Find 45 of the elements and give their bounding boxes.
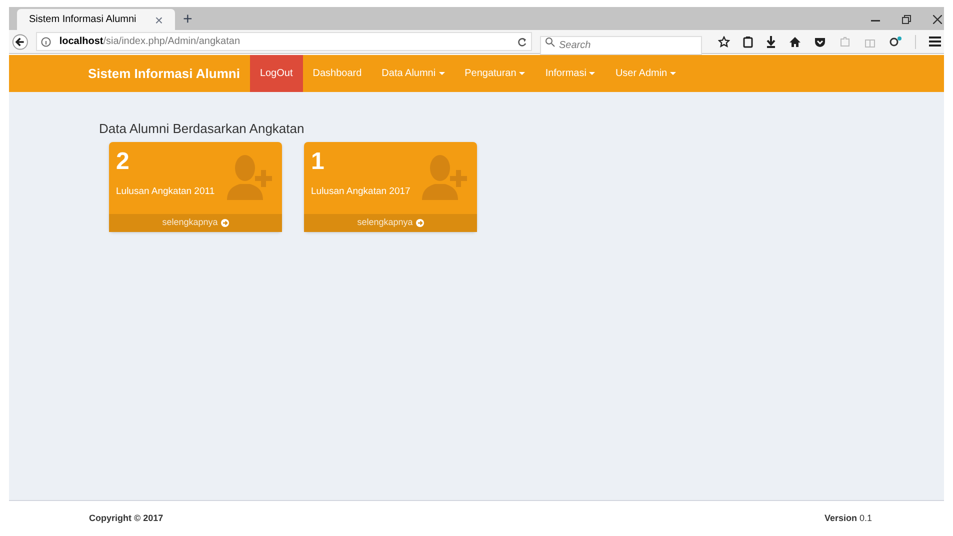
version-text: Version 0.1 xyxy=(824,512,872,525)
minimize-icon[interactable] xyxy=(871,20,880,22)
home-icon[interactable] xyxy=(789,36,801,48)
close-icon[interactable] xyxy=(933,15,942,24)
pocket-icon[interactable] xyxy=(814,36,826,48)
download-icon[interactable] xyxy=(766,36,776,48)
nav-dropdown[interactable]: Informasi xyxy=(535,55,606,92)
extension-icon[interactable] xyxy=(889,36,902,48)
arrow-circle-icon xyxy=(416,218,424,226)
tab-title: Sistem Informasi Alumni xyxy=(29,13,136,27)
count-number: 2 xyxy=(116,150,130,174)
info-icon xyxy=(41,36,52,46)
caret-icon xyxy=(670,72,676,75)
brand-title[interactable]: Sistem Informasi Alumni xyxy=(88,55,250,92)
more-info-link[interactable]: selengkapnya xyxy=(304,214,477,232)
copyright-text: Copyright © 2017 xyxy=(89,512,164,525)
reload-icon[interactable] xyxy=(517,36,527,46)
clipboard-icon[interactable] xyxy=(743,36,753,48)
count-number: 1 xyxy=(311,150,326,174)
nav-link[interactable]: Dashboard xyxy=(302,55,372,92)
browser-tab[interactable]: Sistem Informasi Alumni × xyxy=(17,9,175,30)
nav-dropdown[interactable]: User Admin xyxy=(605,55,686,92)
search-field[interactable]: Search xyxy=(540,36,702,55)
search-icon xyxy=(545,37,555,47)
back-icon[interactable] xyxy=(12,32,28,50)
nav-dropdown[interactable]: Data Alumni xyxy=(372,55,455,92)
more-info-link[interactable]: selengkapnya xyxy=(109,214,282,232)
restore-icon[interactable] xyxy=(902,15,911,24)
new-tab-button[interactable]: + xyxy=(183,12,192,28)
user-add-icon xyxy=(422,154,470,200)
logout-button[interactable]: LogOut xyxy=(250,55,303,92)
caret-icon xyxy=(519,72,526,75)
card-label: Lulusan Angkatan 2017 xyxy=(311,184,410,198)
menu-icon[interactable] xyxy=(929,36,941,47)
section-title: Data Alumni Berdasarkan Angkatan xyxy=(99,120,306,138)
nav-dropdown[interactable]: Pengaturan xyxy=(454,55,536,92)
caret-icon xyxy=(438,72,445,75)
close-icon[interactable]: × xyxy=(154,12,163,26)
address-bar[interactable]: localhost/sia/index.php/Admin/angkatan xyxy=(36,32,532,51)
star-icon[interactable] xyxy=(718,36,730,48)
card-label: Lulusan Angkatan 2011 xyxy=(116,184,215,198)
user-add-icon xyxy=(227,154,275,200)
arrow-circle-icon xyxy=(220,218,229,226)
url-text: localhost/sia/index.php/Admin/angkatan xyxy=(59,35,240,49)
caret-icon xyxy=(589,72,596,75)
